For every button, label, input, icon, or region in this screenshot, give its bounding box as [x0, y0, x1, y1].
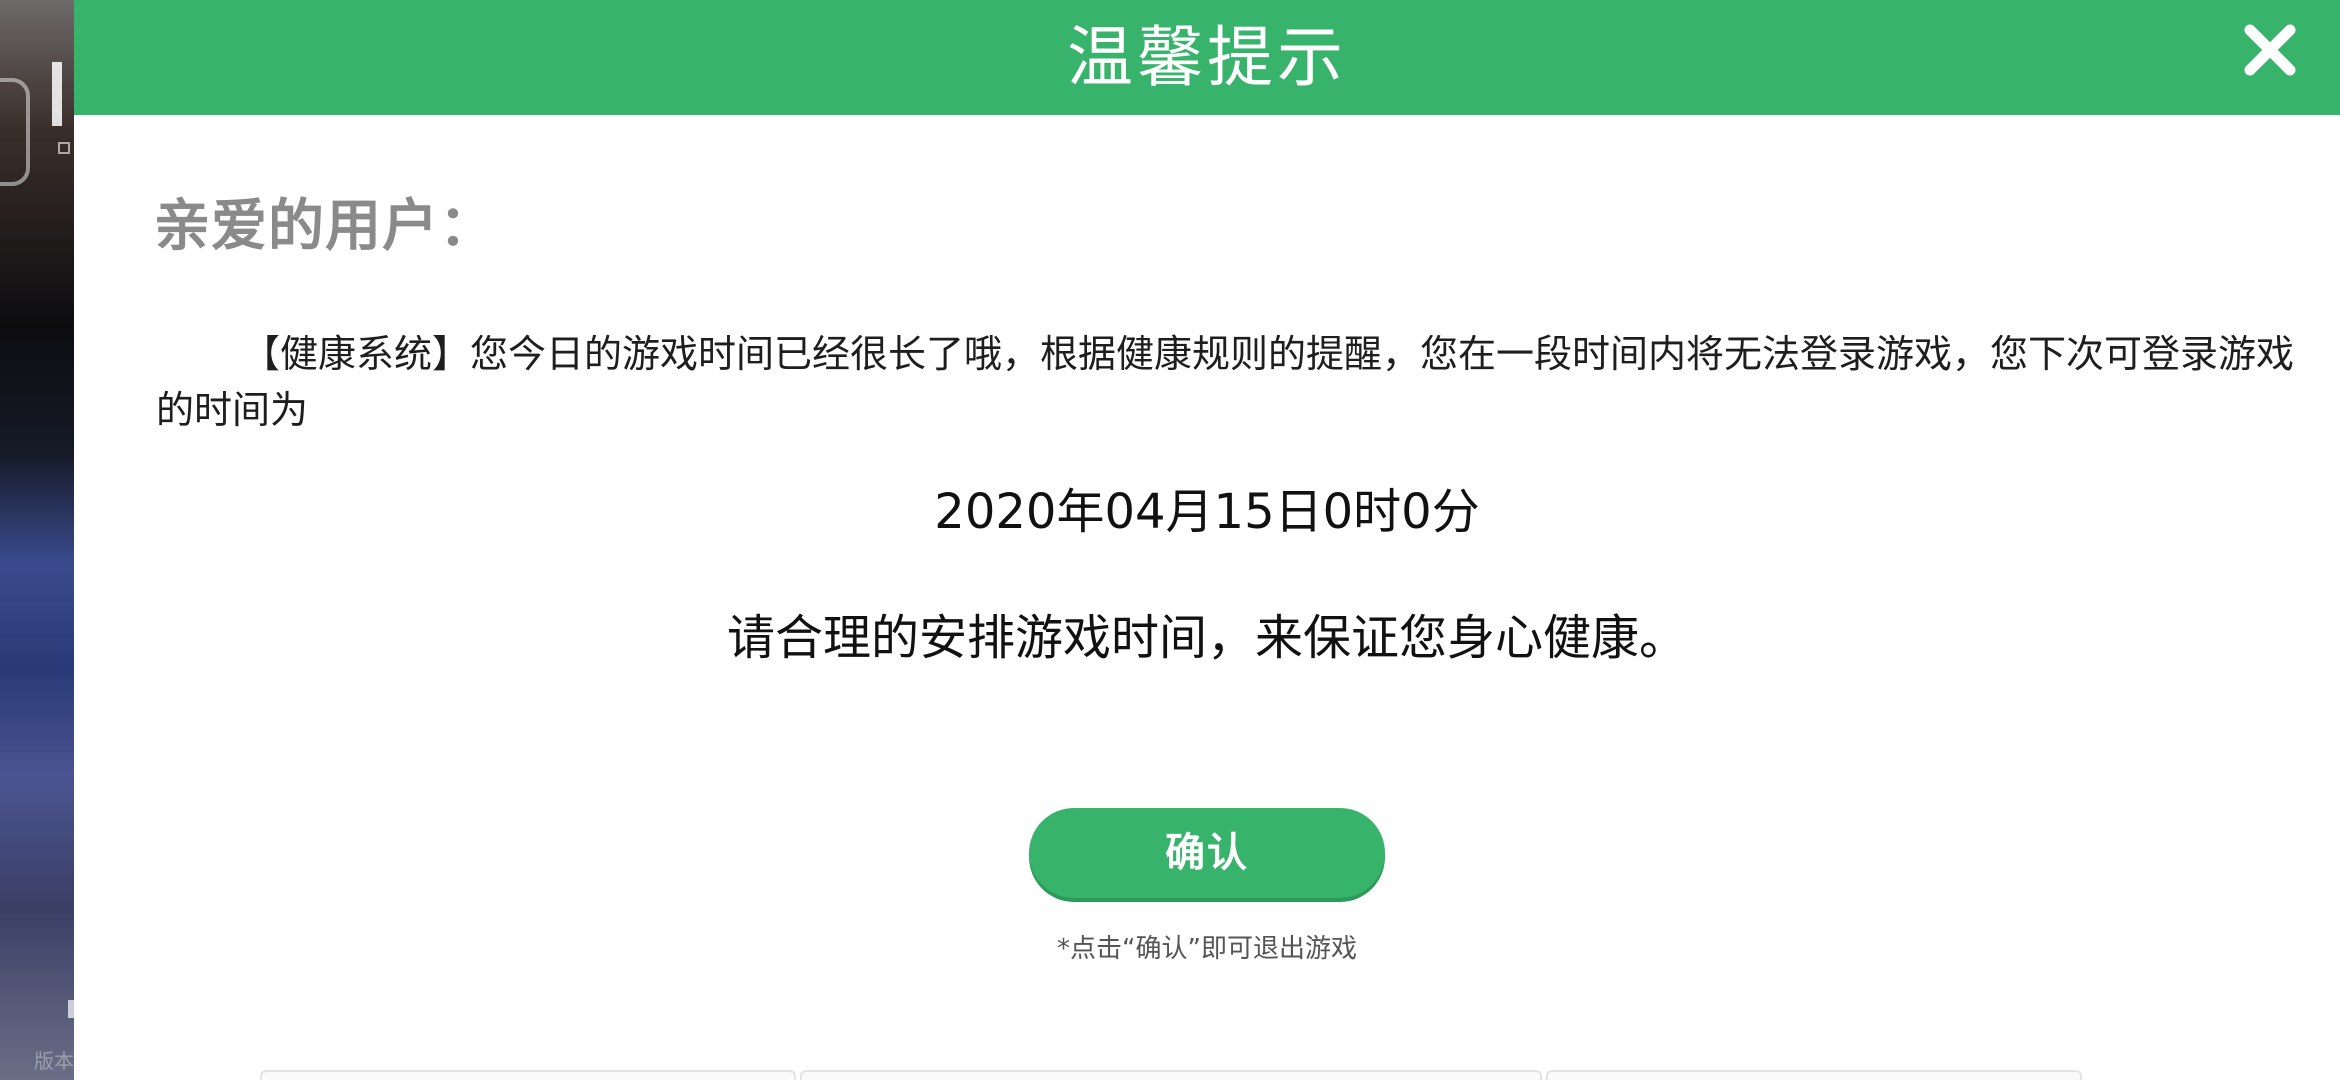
confirm-button[interactable]: 确认 — [1029, 808, 1385, 898]
close-icon — [2244, 24, 2296, 76]
version-label: 版本 — [34, 1049, 74, 1073]
greeting-heading: 亲爱的用户： — [154, 194, 496, 259]
next-login-time: 2020年04月15日0时0分 — [934, 484, 1480, 540]
health-reminder-dialog: 温馨提示 亲爱的用户： 【健康系统】您今日的游戏时间已经很长了哦，根据健康规则的… — [74, 0, 2340, 1080]
exit-note: *点击“确认”即可退出游戏 — [1057, 934, 1357, 964]
dialog-header: 温馨提示 — [74, 0, 2340, 115]
hexagon-emblem-icon — [0, 78, 30, 186]
health-system-message: 【健康系统】您今日的游戏时间已经很长了哦，根据健康规则的提醒，您在一段时间内将无… — [156, 332, 2295, 432]
close-button[interactable] — [2240, 20, 2300, 80]
background-game-scene: 版本 — [0, 0, 74, 1080]
bottom-panel-tab — [1546, 1070, 2082, 1080]
bottom-panel-tab — [260, 1070, 796, 1080]
dialog-title: 温馨提示 — [1067, 19, 1347, 96]
advice-text: 请合理的安排游戏时间，来保证您身心健康。 — [726, 610, 1687, 666]
background-glyph — [52, 62, 62, 126]
background-glyph — [58, 142, 70, 154]
bottom-panel-tab — [800, 1070, 1542, 1080]
